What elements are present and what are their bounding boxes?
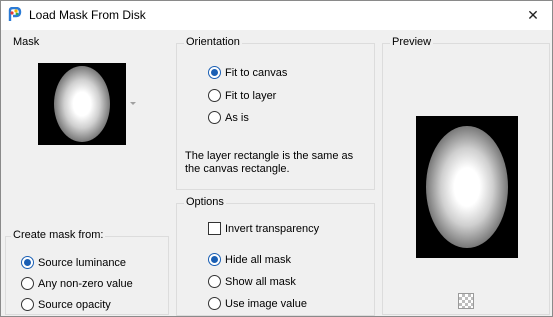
radio-source-opacity-label: Source opacity	[38, 298, 111, 311]
radio-any-non-zero-indicator[interactable]	[21, 277, 34, 290]
mask-thumbnail-image	[54, 66, 110, 142]
mask-group-label: Mask	[11, 36, 42, 48]
radio-fit-to-canvas[interactable]: Fit to canvas	[208, 66, 287, 79]
radio-source-opacity-indicator[interactable]	[21, 298, 34, 311]
orientation-group-label: Orientation	[184, 36, 242, 48]
preview-image-blob	[426, 126, 508, 248]
orientation-note-line1: The layer rectangle is the same as	[185, 150, 354, 162]
radio-fit-to-canvas-label: Fit to canvas	[225, 66, 288, 79]
orientation-note-line2: the canvas rectangle.	[185, 163, 290, 175]
orientation-note: The layer rectangle is the same as the c…	[185, 150, 371, 176]
radio-as-is[interactable]: As is	[208, 111, 249, 124]
radio-hide-all-mask-label: Hide all mask	[225, 253, 292, 266]
window-title: Load Mask From Disk	[29, 8, 146, 22]
radio-show-all-mask-indicator[interactable]	[208, 275, 221, 288]
radio-show-all-mask-label: Show all mask	[225, 275, 296, 288]
load-mask-dialog: Load Mask From Disk ✕ Mask Create mask f…	[0, 0, 553, 317]
mask-thumbnail[interactable]	[38, 63, 126, 145]
app-icon	[7, 6, 23, 23]
preview-group-label: Preview	[390, 36, 434, 48]
radio-use-image-value-indicator[interactable]	[208, 297, 221, 310]
invert-transparency-checkbox[interactable]: Invert transparency	[208, 222, 319, 235]
radio-use-image-value[interactable]: Use image value	[208, 297, 307, 310]
options-group-label: Options	[184, 196, 226, 208]
radio-source-opacity[interactable]: Source opacity	[21, 298, 111, 311]
radio-source-luminance-indicator[interactable]	[21, 256, 34, 269]
transparency-preview-icon[interactable]	[458, 293, 474, 309]
radio-fit-to-layer-indicator[interactable]	[208, 89, 221, 102]
radio-use-image-value-label: Use image value	[225, 297, 307, 310]
radio-any-non-zero[interactable]: Any non-zero value	[21, 277, 133, 290]
radio-fit-to-canvas-indicator[interactable]	[208, 66, 221, 79]
radio-as-is-label: As is	[225, 111, 249, 124]
radio-source-luminance[interactable]: Source luminance	[21, 256, 126, 269]
invert-transparency-box[interactable]	[208, 222, 221, 235]
radio-as-is-indicator[interactable]	[208, 111, 221, 124]
mask-dropdown-arrow-icon[interactable]	[130, 102, 136, 105]
invert-transparency-label: Invert transparency	[225, 222, 320, 235]
close-icon: ✕	[527, 7, 539, 23]
radio-fit-to-layer-label: Fit to layer	[225, 89, 277, 102]
close-button[interactable]: ✕	[514, 1, 552, 30]
radio-any-non-zero-label: Any non-zero value	[38, 277, 133, 290]
radio-show-all-mask[interactable]: Show all mask	[208, 275, 296, 288]
preview-image	[416, 116, 518, 258]
create-mask-group-label: Create mask from:	[11, 229, 106, 241]
radio-source-luminance-label: Source luminance	[38, 256, 127, 269]
radio-fit-to-layer[interactable]: Fit to layer	[208, 89, 276, 102]
radio-hide-all-mask[interactable]: Hide all mask	[208, 253, 291, 266]
title-bar: Load Mask From Disk ✕	[1, 1, 552, 30]
radio-hide-all-mask-indicator[interactable]	[208, 253, 221, 266]
